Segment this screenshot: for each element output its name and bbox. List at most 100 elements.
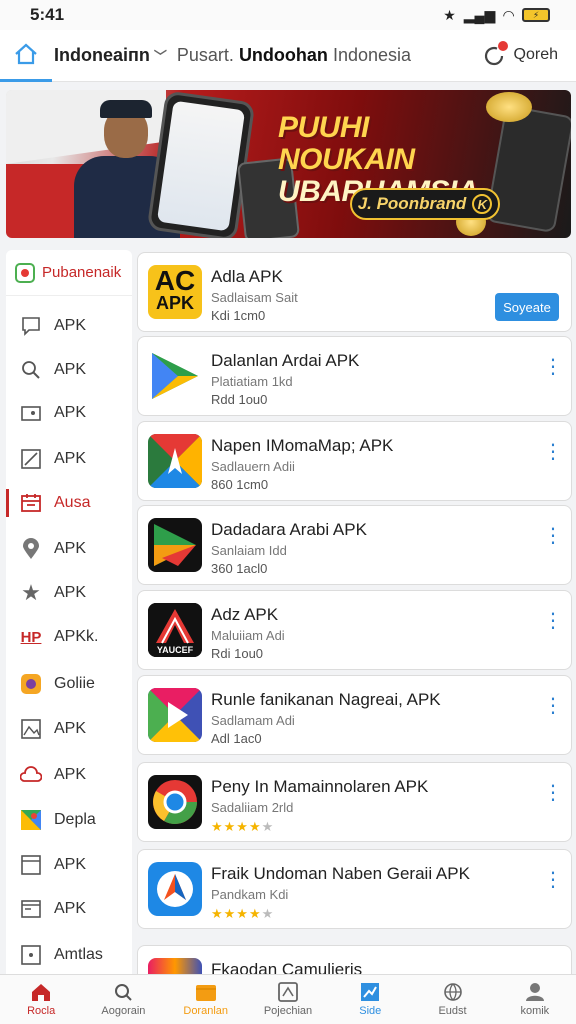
list-item[interactable]: Dadadara Arabi APK Sanlaiam Idd 360 1acl… (137, 505, 572, 585)
home-button[interactable] (0, 30, 52, 82)
app-name: Runle fanikanan Nagreai, APK (211, 690, 441, 709)
sidebar-item-label: APK (54, 900, 87, 917)
nav-home[interactable]: Rocla (0, 975, 82, 1024)
app-meta: 860 1cm0 (211, 477, 269, 492)
sidebar-header[interactable]: Pubanenaik (6, 250, 132, 296)
sidebar-item-label: APK (54, 766, 87, 783)
sidebar-item-14[interactable]: APK (6, 889, 132, 929)
app-meta: Rdi 1ou0 (211, 646, 264, 661)
edit-icon (20, 448, 42, 470)
nav-label: Eudst (438, 1005, 467, 1017)
maps-icon (20, 809, 42, 831)
nav-tablet[interactable]: Pojechian (247, 975, 329, 1024)
sidebar-item-label: APK (54, 404, 87, 421)
chrome-like-icon (148, 775, 202, 829)
more-options-icon[interactable]: ⋮ (543, 870, 563, 904)
sidebar-item-9[interactable]: Goliie (6, 664, 132, 704)
list-item[interactable]: Runle fanikanan Nagreai, APK Sadlamam Ad… (137, 675, 572, 755)
app-name: Napen IMomaMap; APK (211, 436, 394, 455)
nav-side[interactable]: Side (329, 975, 411, 1024)
app-subtitle: Sadlauern Adii (211, 459, 295, 474)
home-icon (15, 43, 37, 65)
nav-profile[interactable]: komik (494, 975, 576, 1024)
wifi-icon: ◠ (503, 6, 514, 23)
region-selector[interactable]: Indoneaiпn ﹀ (54, 45, 167, 66)
more-options-icon[interactable]: ⋮ (543, 696, 563, 730)
sidebar-item-5[interactable]: Ausa (6, 483, 132, 523)
app-subtitle: Pandkam Kdi (211, 887, 289, 902)
window-icon (20, 898, 42, 920)
box-icon (20, 854, 42, 876)
list-item[interactable]: YAUCEF Adz APK Maluiiam Adi Rdi 1ou0 ⋮ (137, 590, 572, 670)
user-link[interactable]: Qoreh (514, 46, 558, 64)
nav-download[interactable]: Doranlan (165, 975, 247, 1024)
app-subtitle: Sadlamam Adi (211, 713, 295, 728)
promo-banner[interactable]: PUUHI NOUKAIN UBARUAMSIA J. Poonbrand K (6, 90, 571, 238)
list-item[interactable]: Fraik Undoman Naben Geraii APK Pandkam K… (137, 849, 572, 929)
battery-icon: ⚡ (522, 8, 550, 22)
sidebar-item-label: APK (54, 317, 87, 334)
download-icon (195, 985, 216, 1001)
title-bold: Undoohan (238, 45, 328, 65)
more-options-icon[interactable]: ⋮ (543, 442, 563, 476)
sidebar-item-4[interactable]: APK (6, 439, 132, 479)
star-icon: ★ (21, 580, 41, 605)
phone-right-illustration (485, 104, 571, 234)
app-name: Adz APK (211, 605, 279, 624)
sidebar-item-label: APK (54, 720, 87, 737)
sidebar-item-10[interactable]: APK (6, 709, 132, 749)
pill-badge: K (472, 194, 493, 214)
sidebar-item-label: APKk. (54, 628, 99, 645)
sidebar-item-15[interactable]: Amtlas (6, 935, 132, 974)
play-dark-icon (148, 518, 202, 572)
nav-label: Side (359, 1005, 382, 1017)
folder-icon (20, 402, 42, 424)
profile-icon (525, 983, 544, 1001)
bottom-nav: Rocla Aogorain Doranlan Pojechian Side E… (0, 974, 576, 1024)
sidebar-item-7[interactable]: ★ APK (6, 573, 132, 613)
sidebar-item-1[interactable]: APK (6, 306, 132, 346)
sidebar-item-3[interactable]: APK (6, 393, 132, 433)
nav-search[interactable]: Aogorain (82, 975, 164, 1024)
nav-label: Doranlan (183, 1005, 229, 1017)
sidebar-item-13[interactable]: APK (6, 845, 132, 885)
download-button[interactable]: Soyeate (495, 293, 559, 321)
square-icon (20, 944, 42, 966)
app-subtitle: Platiatiam 1kd (211, 374, 293, 389)
sidebar-item-label: Goliie (54, 675, 95, 692)
nav-globe[interactable]: Eudst (411, 975, 493, 1024)
title-suffix: Indonesia (332, 45, 412, 65)
sidebar-item-6[interactable]: APK (6, 529, 132, 569)
chart-icon (361, 983, 380, 1001)
app-meta: Rdd 1ou0 (211, 392, 268, 407)
compass-icon (148, 862, 202, 916)
category-sidebar: Pubanenaik APK APK APK APK Ausa APK ★ AP… (6, 250, 132, 974)
sidebar-item-label: Ausa (54, 494, 91, 511)
list-item[interactable]: Peny In Mamainnolaren APK Sadaliiam 2rld… (137, 762, 572, 842)
banner-pill[interactable]: J. Poonbrand K (350, 188, 500, 220)
more-options-icon[interactable]: ⋮ (543, 783, 563, 817)
icon-caption: YAUCEF (156, 645, 194, 655)
more-options-icon[interactable]: ⋮ (543, 357, 563, 391)
sidebar-item-label: APK (54, 856, 87, 873)
rating-stars: ★★★★★ (211, 906, 275, 921)
app-name: Dalanlan Ardai APK (211, 351, 360, 370)
more-options-icon[interactable]: ⋮ (543, 526, 563, 560)
refresh-button[interactable] (482, 41, 508, 68)
image-icon (20, 718, 42, 740)
app-subtitle: Maluiiam Adi (211, 628, 285, 643)
home-icon (32, 984, 51, 1001)
list-item[interactable]: Napen IMomaMap; APK Sadlauern Adii 860 1… (137, 421, 572, 501)
sidebar-item-8[interactable]: HP APKk. (6, 617, 132, 657)
list-item[interactable]: Dalanlan Ardai APK Platiatiam 1kd Rdd 1o… (137, 336, 572, 416)
sidebar-item-2[interactable]: APK (6, 350, 132, 390)
nav-label: Pojechian (263, 1005, 313, 1017)
sidebar-item-11[interactable]: APK (6, 755, 132, 795)
globe-icon (443, 983, 462, 1001)
list-item[interactable]: AC APK Adla APK Sadlaisam Sait Kdi 1cm0 S… (137, 252, 572, 332)
nav-label: komik (520, 1005, 550, 1017)
status-icons: ★ ▂▄▆ ◠ ⚡ (443, 7, 550, 24)
sidebar-item-12[interactable]: Depla (6, 800, 132, 840)
title-prefix: Pusart. (176, 45, 234, 65)
more-options-icon[interactable]: ⋮ (543, 611, 563, 645)
